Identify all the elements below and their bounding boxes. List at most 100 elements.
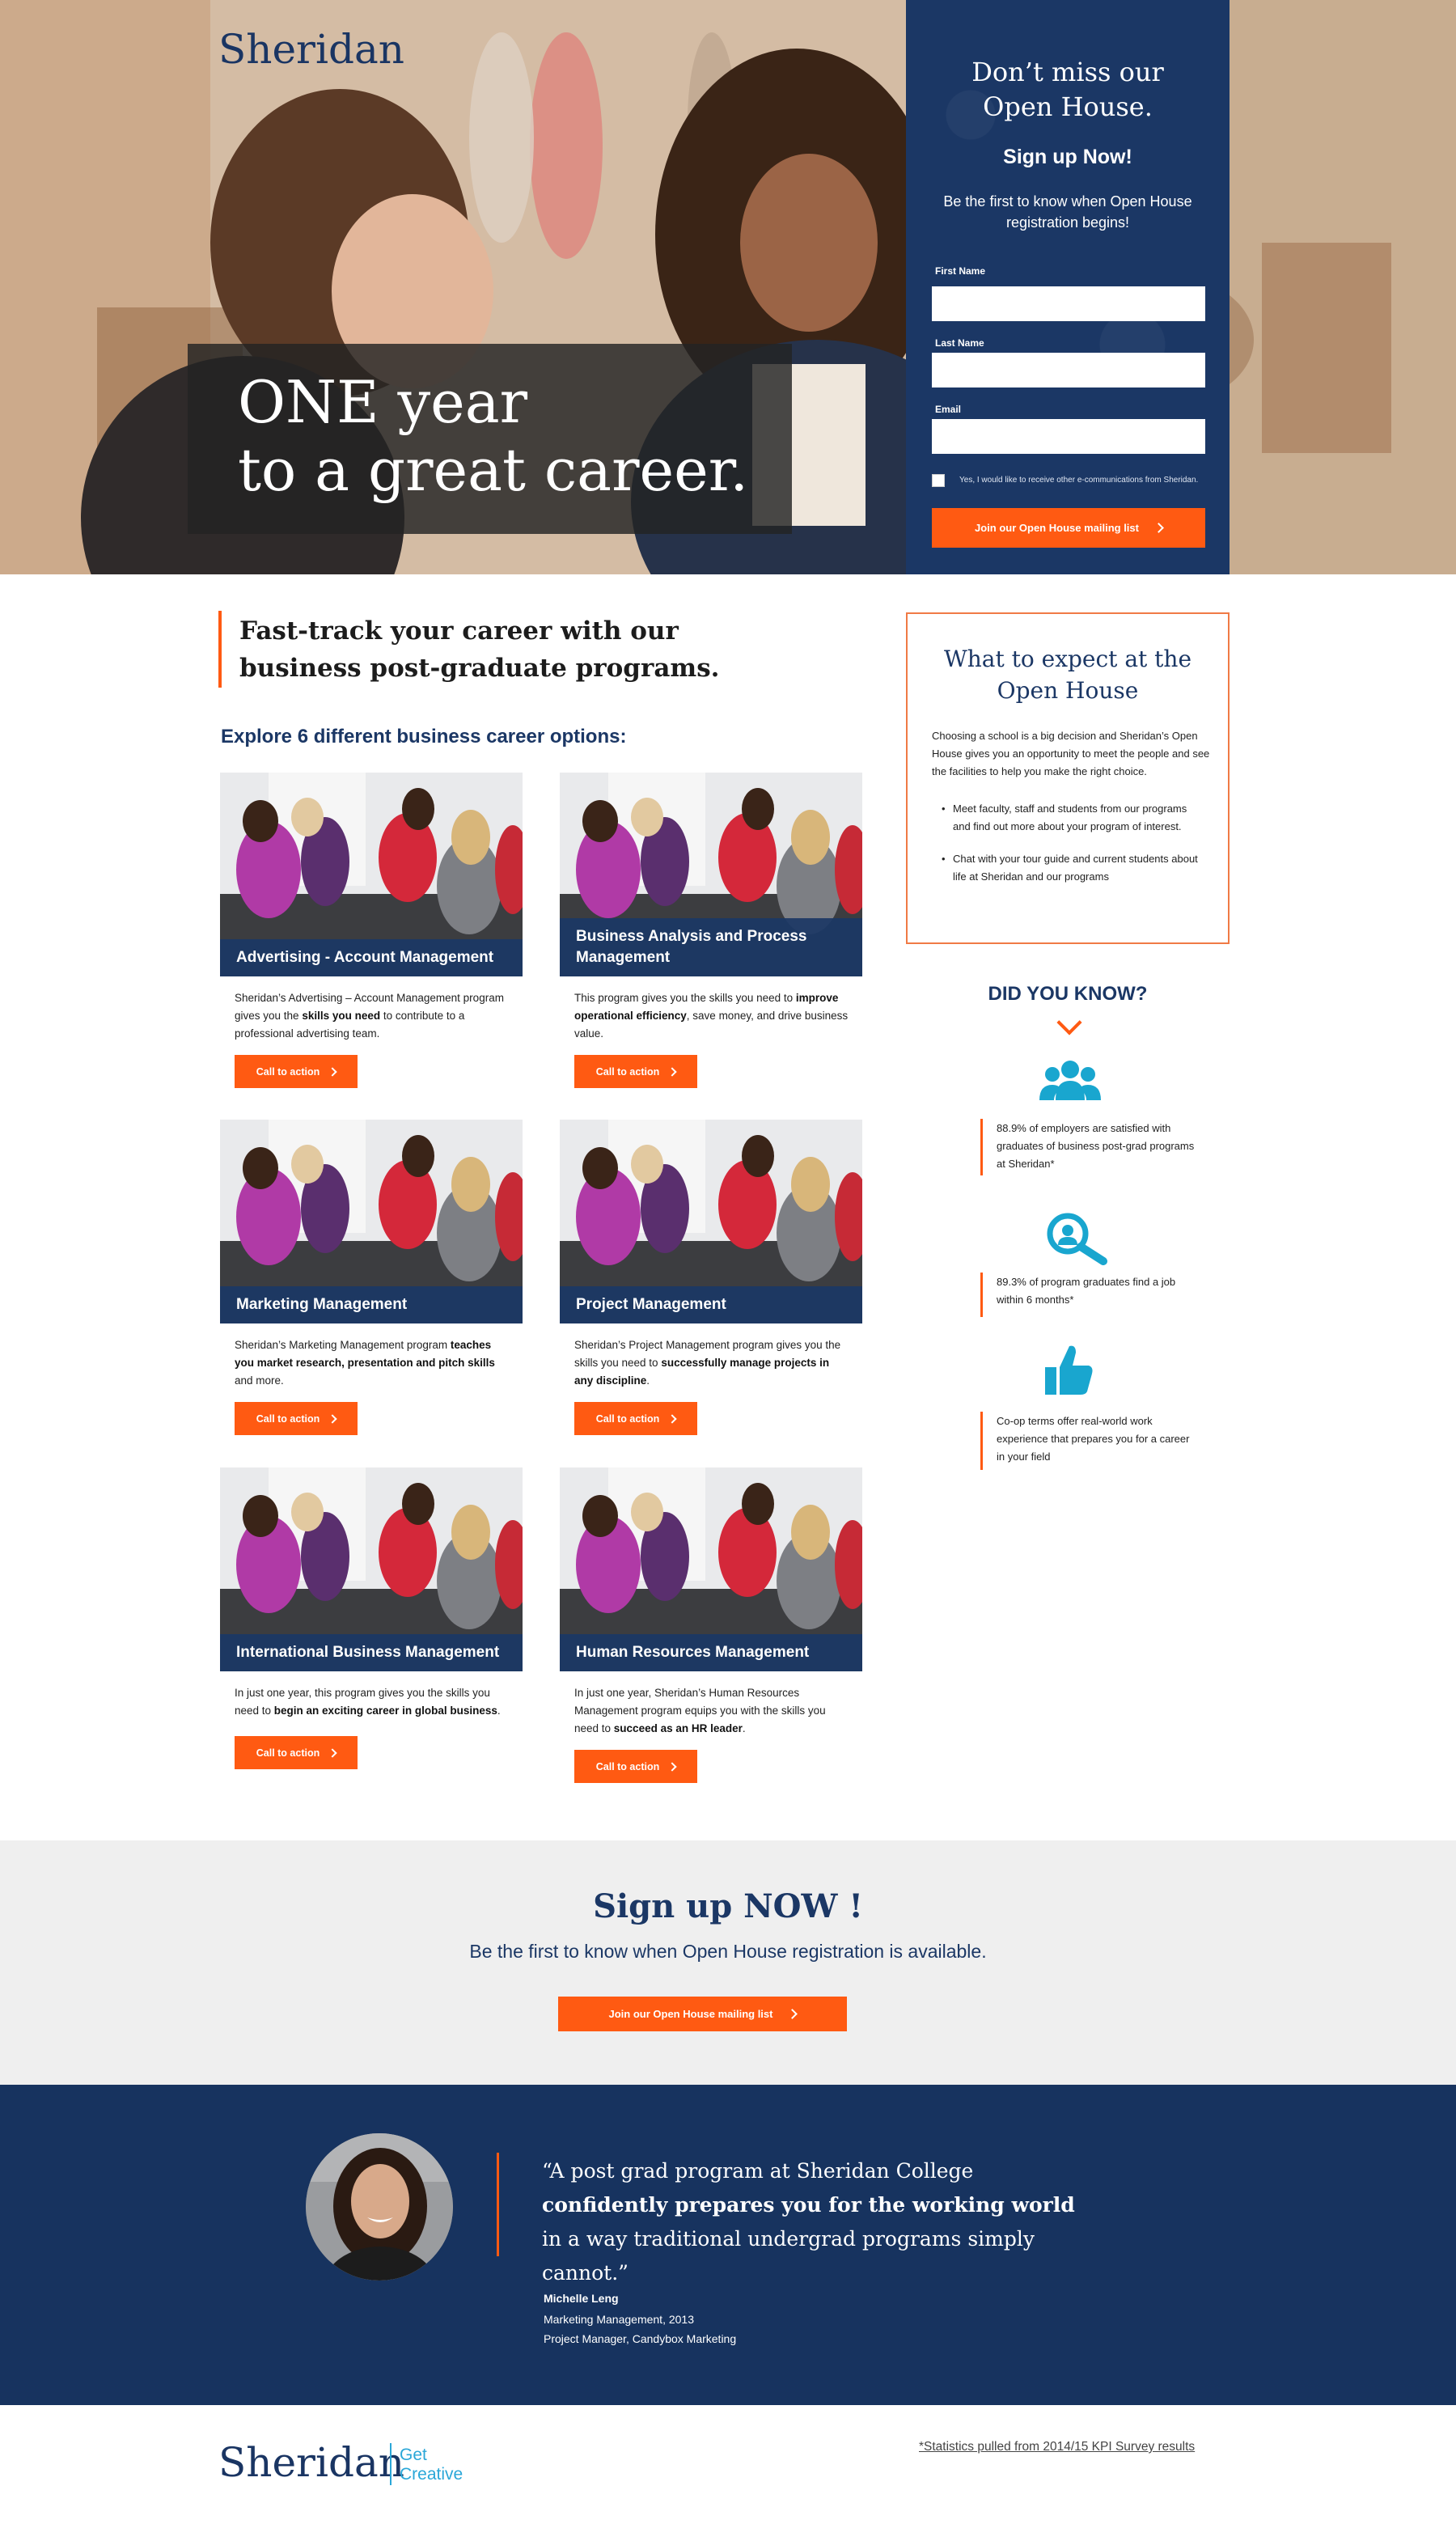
first-name-field[interactable] — [932, 286, 1205, 321]
program-card-image[interactable]: International Business Management — [220, 1467, 523, 1671]
did-you-know-heading: DID YOU KNOW? — [988, 983, 1148, 1005]
program-card-title: Project Management — [560, 1286, 862, 1323]
get-creative-line-2: Creative — [400, 2465, 463, 2484]
call-to-action-label: Call to action — [595, 1760, 660, 1772]
statistics-source-link[interactable]: *Statistics pulled from 2014/15 KPI Surv… — [919, 2440, 1195, 2454]
stat-accent-bar — [980, 1273, 983, 1317]
hero-banner: Sheridan ONE year to a great career. Don… — [0, 0, 1456, 574]
program-card-image[interactable]: Advertising - Account Management — [220, 773, 523, 976]
e-communications-checkbox[interactable] — [932, 474, 945, 487]
call-to-action-button[interactable]: Call to action — [235, 1055, 358, 1088]
program-card-description: In just one year, Sheridan’s Human Resou… — [574, 1684, 849, 1738]
testimonial-section: “A post grad program at Sheridan College… — [0, 2085, 1456, 2405]
program-card-title: Business Analysis and Process Management — [560, 918, 862, 976]
program-desc-emphasis: skills you need — [302, 1010, 381, 1022]
program-desc-text: . — [497, 1705, 501, 1717]
program-card-description: Sheridan’s Project Management program gi… — [574, 1336, 849, 1390]
testimonial-program: Marketing Management, 2013 — [544, 2313, 694, 2326]
stat-employer-satisfaction: 88.9% of employers are satisfied with gr… — [997, 1122, 1195, 1170]
first-name-label: First Name — [935, 265, 986, 277]
hero-tagline: ONE year to a great career. — [238, 368, 748, 504]
program-desc-text: . — [742, 1722, 746, 1734]
program-card-description: This program gives you the skills you ne… — [574, 989, 849, 1043]
join-mailing-list-label: Join our Open House mailing list — [975, 522, 1139, 534]
call-to-action-label: Call to action — [256, 1747, 320, 1759]
last-name-label: Last Name — [935, 337, 984, 349]
open-house-expectations-box: What to expect at the Open House Choosin… — [906, 612, 1230, 944]
program-card: Human Resources Management In just one ye… — [560, 1467, 862, 1783]
testimonial-photo — [306, 2133, 453, 2281]
intro-headline: Fast-track your career with our business… — [239, 616, 720, 683]
program-desc-text: and more. — [235, 1374, 284, 1387]
call-to-action-button[interactable]: Call to action — [574, 1750, 697, 1783]
signup-band: Sign up NOW ! Be the first to know when … — [0, 1840, 1456, 2085]
program-card: Business Analysis and Process Management… — [560, 773, 862, 1088]
program-card: Project Management Sheridan’s Project Man… — [560, 1120, 862, 1435]
tagline-line-1: ONE year — [238, 368, 528, 436]
intro-accent-bar — [218, 611, 222, 688]
sheridan-logo[interactable]: Sheridan — [218, 26, 404, 73]
email-field[interactable] — [932, 419, 1205, 454]
call-to-action-button[interactable]: Call to action — [235, 1402, 358, 1435]
call-to-action-label: Call to action — [595, 1412, 660, 1425]
chevron-right-icon — [787, 2009, 798, 2019]
program-card-image[interactable]: Business Analysis and Process Management — [560, 773, 862, 976]
email-label: Email — [935, 404, 962, 415]
stat-accent-bar — [980, 1412, 983, 1470]
form-title: Don’t miss our Open House. — [906, 55, 1230, 125]
call-to-action-label: Call to action — [256, 1065, 320, 1078]
join-mailing-list-button-bottom[interactable]: Join our Open House mailing list — [558, 1997, 847, 2031]
program-card-title: International Business Management — [220, 1634, 523, 1671]
program-card: International Business Management In just… — [220, 1467, 523, 1769]
program-card: Advertising - Account Management Sheridan… — [220, 773, 523, 1088]
call-to-action-button[interactable]: Call to action — [574, 1055, 697, 1088]
join-mailing-list-button[interactable]: Join our Open House mailing list — [932, 508, 1205, 548]
chevron-right-icon — [328, 1413, 337, 1424]
call-to-action-label: Call to action — [256, 1412, 320, 1425]
avatar — [306, 2133, 453, 2281]
testimonial-name: Michelle Leng — [544, 2292, 619, 2305]
open-house-signup-form: Don’t miss our Open House. Sign up Now! … — [906, 0, 1230, 574]
quote-text-start: “A post grad program at Sheridan College — [542, 2159, 974, 2183]
program-desc-text: Sheridan’s Marketing Management program — [235, 1339, 451, 1351]
program-card-title: Advertising - Account Management — [220, 939, 523, 976]
program-card-image[interactable]: Project Management — [560, 1120, 862, 1323]
quote-text-emphasis: confidently prepares you for the working… — [542, 2193, 1075, 2217]
call-to-action-button[interactable]: Call to action — [574, 1402, 697, 1435]
program-card-description: In just one year, this program gives you… — [235, 1684, 510, 1720]
chevron-down-icon — [1056, 1010, 1082, 1035]
form-title-line-1: Don’t miss our — [971, 57, 1164, 87]
expect-title-line-1: What to expect at the — [943, 646, 1192, 672]
form-description: Be the first to know when Open House reg… — [943, 193, 1192, 231]
magnifier-icon — [1047, 1213, 1107, 1265]
chevron-right-icon — [1153, 523, 1164, 533]
stat-job-placement: 89.3% of program graduates find a job wi… — [997, 1276, 1176, 1306]
program-desc-text: This program gives you the skills you ne… — [574, 992, 796, 1004]
signup-band-subtitle: Be the first to know when Open House reg… — [469, 1941, 987, 1962]
signup-band-title: Sign up NOW ! — [593, 1887, 863, 1925]
chevron-right-icon — [667, 1066, 677, 1077]
footer-sheridan-logo[interactable]: Sheridan — [218, 2439, 404, 2486]
get-creative-wordmark: Get Creative — [400, 2446, 463, 2484]
chevron-right-icon — [328, 1747, 337, 1758]
expect-list-item: Chat with your tour guide and current st… — [942, 850, 1205, 886]
program-desc-emphasis: succeed as an HR leader — [613, 1722, 743, 1734]
call-to-action-button[interactable]: Call to action — [235, 1736, 358, 1769]
explore-heading: Explore 6 different business career opti… — [221, 726, 627, 747]
footer-logo-divider — [390, 2443, 392, 2485]
last-name-field[interactable] — [932, 353, 1205, 388]
chevron-right-icon — [667, 1413, 677, 1424]
program-card-title: Human Resources Management — [560, 1634, 862, 1671]
tagline-box: ONE year to a great career. — [188, 344, 792, 534]
join-mailing-list-label: Join our Open House mailing list — [608, 2008, 773, 2020]
quote-text-end: in a way traditional undergrad programs … — [542, 2227, 1035, 2285]
program-card-image[interactable]: Human Resources Management — [560, 1467, 862, 1671]
call-to-action-label: Call to action — [595, 1065, 660, 1078]
stat-coop: Co-op terms offer real-world work experi… — [997, 1415, 1190, 1463]
expect-title-line-2: Open House — [997, 677, 1139, 704]
testimonial-role: Project Manager, Candybox Marketing — [544, 2332, 737, 2345]
program-desc-emphasis: begin an exciting career in global busin… — [273, 1705, 497, 1717]
expect-list-item: Meet faculty, staff and students from ou… — [942, 800, 1205, 836]
program-card-description: Sheridan’s Advertising – Account Managem… — [235, 989, 510, 1043]
program-card-image[interactable]: Marketing Management — [220, 1120, 523, 1323]
